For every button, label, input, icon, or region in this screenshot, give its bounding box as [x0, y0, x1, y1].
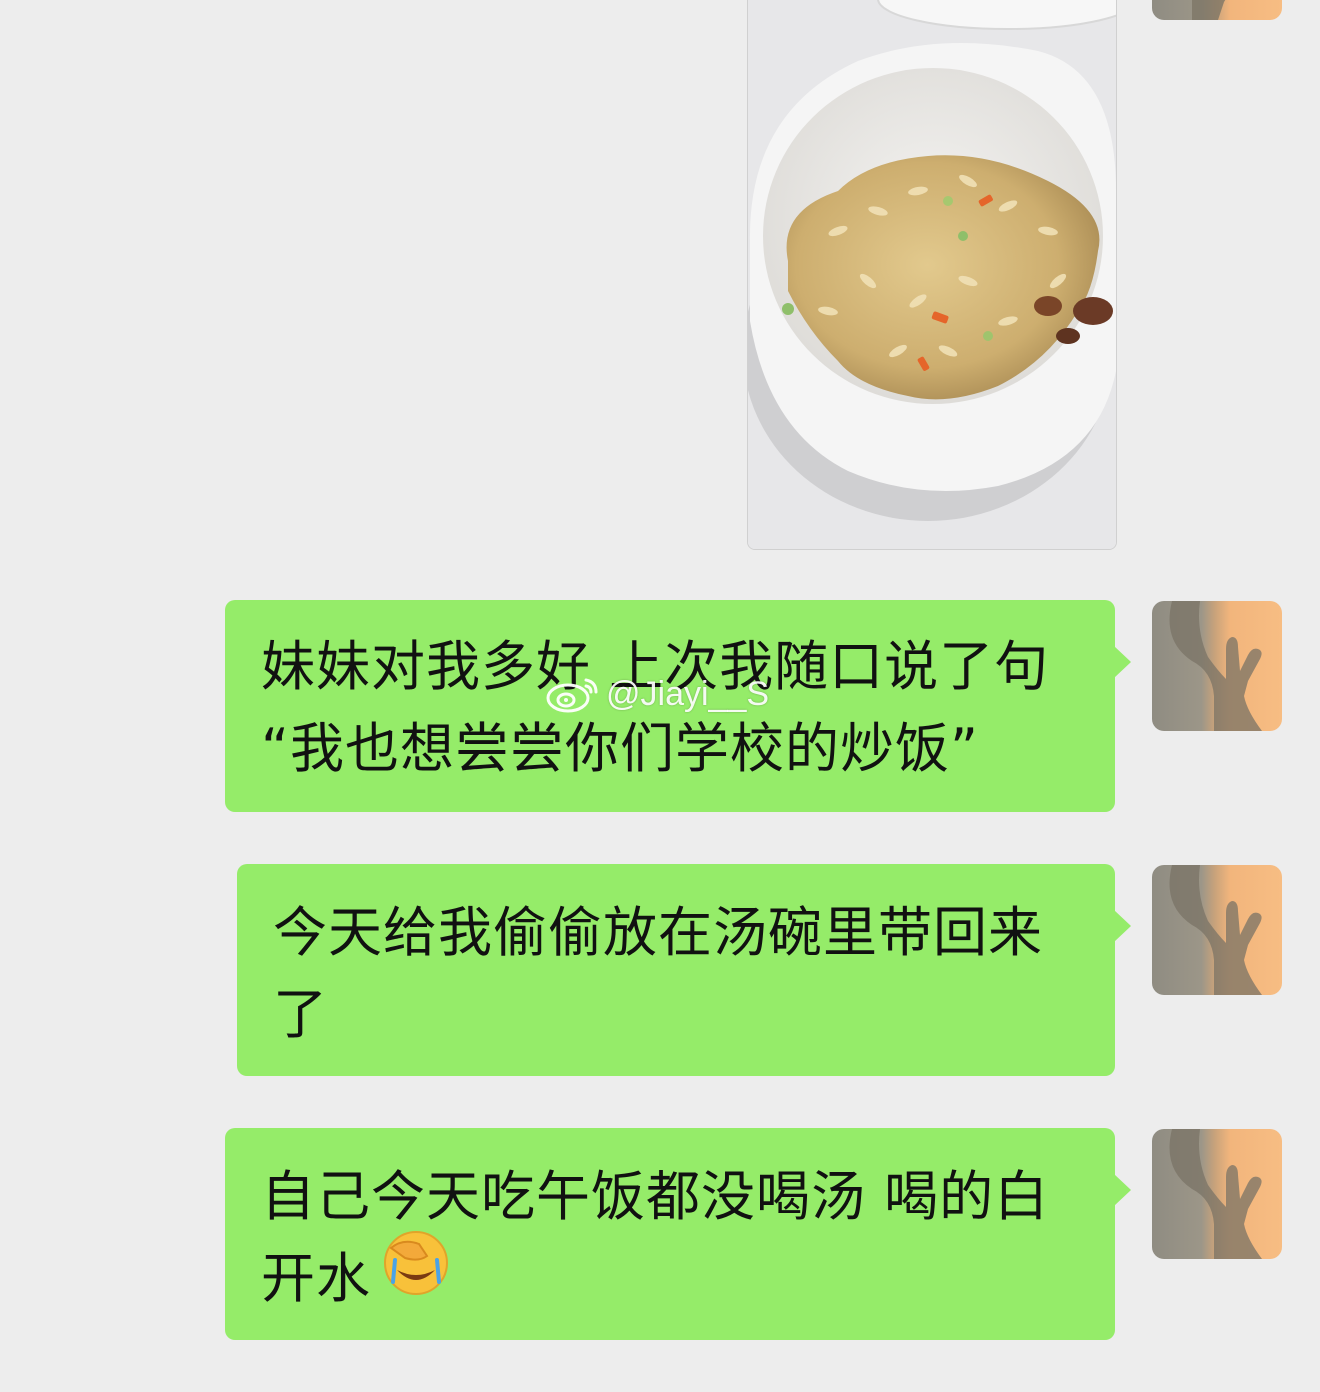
hand-shadow-icon: [1169, 601, 1262, 731]
face-palm-laughing-emoji: [384, 1231, 448, 1295]
avatar[interactable]: [1152, 865, 1282, 995]
chat-window: 妹妹对我多好 上次我随口说了句 “我也想尝尝你们学校的炒饭” 今天给我偷偷放在汤…: [0, 0, 1320, 1392]
message-bubble[interactable]: 今天给我偷偷放在汤碗里带回来 了: [237, 864, 1131, 1076]
watermark: @Jiayi__S: [546, 672, 769, 716]
hand-shadow-icon: [1169, 865, 1262, 995]
message-text: 今天给我偷偷放在汤碗里带回来 了: [273, 901, 1043, 1046]
weibo-logo-icon: [546, 678, 598, 713]
hand-shadow-icon: [1192, 0, 1226, 20]
avatar[interactable]: [1152, 1129, 1282, 1259]
avatar[interactable]: [1152, 601, 1282, 731]
image-message[interactable]: [747, 0, 1117, 550]
watermark-text: @Jiayi__S: [606, 674, 770, 713]
avatar[interactable]: [1152, 0, 1282, 20]
message-bubble[interactable]: 自己今天吃午饭都没喝汤 喝的白 开水: [225, 1128, 1131, 1340]
hand-shadow-icon: [1169, 1129, 1262, 1259]
fried-rice-photo: [748, 0, 1116, 549]
